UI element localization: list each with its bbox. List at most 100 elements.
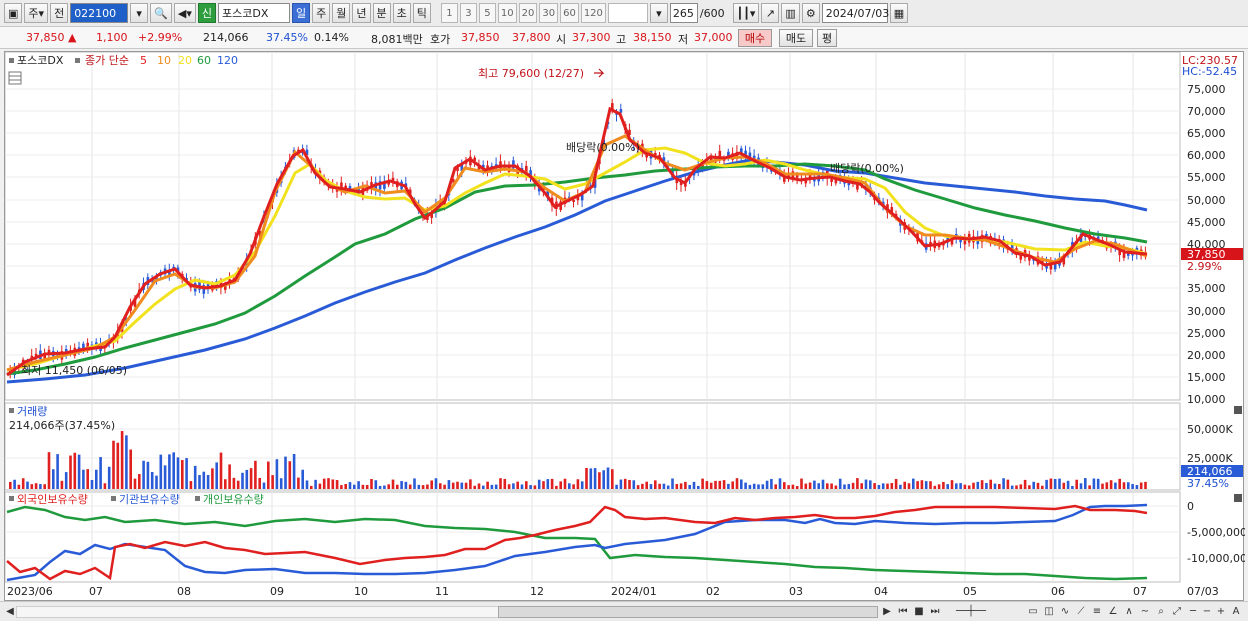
legend-ma10[interactable]: 10 bbox=[157, 54, 171, 67]
num-1[interactable]: 1 bbox=[440, 3, 458, 23]
volume-bar bbox=[993, 483, 997, 489]
calendar-icon[interactable]: ▦ bbox=[889, 3, 909, 23]
volume-bar bbox=[593, 468, 597, 489]
volume-bar bbox=[288, 461, 292, 489]
stock-code-input[interactable]: 022100 bbox=[70, 3, 129, 23]
num-20[interactable]: 20 bbox=[518, 3, 538, 23]
volume-bar bbox=[671, 478, 674, 489]
y-tick: 60,000 bbox=[1187, 149, 1226, 162]
stop-icon[interactable]: ■ bbox=[912, 605, 926, 619]
period-second[interactable]: 초 bbox=[392, 3, 411, 23]
expand-icon[interactable]: ⤢ bbox=[1170, 605, 1184, 619]
volume-bar bbox=[623, 478, 627, 489]
chart-canvas[interactable]: 최고 79,600 (12/27) 최저 11,450 (06/05) 배당락(… bbox=[4, 51, 1248, 602]
font-size-icon[interactable]: A bbox=[1229, 605, 1243, 619]
zoom-in-icon[interactable]: + bbox=[1214, 605, 1228, 619]
angle-icon[interactable]: ∠ bbox=[1106, 605, 1120, 619]
volume-bar bbox=[537, 479, 541, 489]
zoom-icon[interactable]: ⌕ bbox=[1154, 605, 1168, 619]
buy-button[interactable]: 매수 bbox=[738, 29, 772, 47]
num-5[interactable]: 5 bbox=[478, 3, 496, 23]
save-icon[interactable]: ▥ bbox=[781, 3, 800, 23]
volume-bar bbox=[869, 480, 872, 489]
legend-ma-title[interactable]: 종가 단순 bbox=[85, 54, 129, 67]
period-week[interactable]: 주 bbox=[312, 3, 331, 23]
split-icon[interactable]: ◫ bbox=[1042, 605, 1056, 619]
wave-icon[interactable]: ∼ bbox=[1138, 605, 1152, 619]
date-input[interactable]: 2024/07/03 bbox=[821, 3, 889, 23]
num-30[interactable]: 30 bbox=[539, 3, 559, 23]
data-table-icon[interactable] bbox=[8, 71, 22, 85]
period-year[interactable]: 년 bbox=[352, 3, 371, 23]
evaluate-button[interactable]: 평 bbox=[817, 29, 837, 47]
close-icon[interactable] bbox=[1234, 406, 1242, 414]
legend-institution-holdings[interactable]: 기관보유수량 bbox=[119, 493, 180, 506]
fib-icon[interactable]: ≡ bbox=[1090, 605, 1104, 619]
chart-layout-icon[interactable]: ▣ bbox=[4, 3, 23, 23]
pattern-icon[interactable]: ∧ bbox=[1122, 605, 1136, 619]
period-day[interactable]: 일 bbox=[292, 3, 311, 23]
volume-bar bbox=[206, 474, 210, 489]
stock-name-field[interactable]: 포스코DX bbox=[218, 3, 290, 23]
volume-bar bbox=[232, 477, 236, 489]
gear-icon[interactable]: ⚙ bbox=[801, 3, 820, 23]
close-icon[interactable] bbox=[1234, 494, 1242, 502]
candle-type-icon[interactable]: ┃┃▾ bbox=[732, 3, 760, 23]
prev-button[interactable]: 전 bbox=[50, 3, 69, 23]
num-60[interactable]: 60 bbox=[560, 3, 579, 23]
scroll-thumb[interactable] bbox=[498, 606, 878, 618]
volume-bar bbox=[1131, 484, 1134, 489]
period-tick[interactable]: 틱 bbox=[412, 3, 431, 23]
first-page-icon[interactable]: ⏮ bbox=[896, 605, 910, 619]
num-3[interactable]: 3 bbox=[459, 3, 477, 23]
legend-individual-holdings[interactable]: 개인보유수량 bbox=[203, 493, 264, 506]
legend-ma120[interactable]: 120 bbox=[217, 54, 238, 67]
volume-bar bbox=[1058, 478, 1061, 489]
volume-bar bbox=[890, 483, 894, 489]
volume-bar bbox=[787, 485, 790, 489]
search-icon[interactable]: 🔍 bbox=[150, 3, 172, 23]
fit-icon[interactable]: ─ bbox=[1186, 605, 1200, 619]
scroll-left-icon[interactable]: ◀ bbox=[3, 605, 17, 619]
last-page-icon[interactable]: ⏭ bbox=[928, 605, 942, 619]
speaker-icon[interactable]: ◀▾ bbox=[173, 3, 196, 23]
trend-icon[interactable]: ⟋ bbox=[1074, 605, 1088, 619]
custom-period-input[interactable] bbox=[607, 3, 648, 23]
legend-foreign-holdings[interactable]: 외국인보유수량 bbox=[17, 493, 88, 506]
y-tick: 20,000 bbox=[1187, 349, 1226, 362]
volume-bar bbox=[778, 478, 782, 489]
zoom-out-icon[interactable]: − bbox=[1200, 605, 1214, 619]
volume-value: 214,066 bbox=[203, 31, 249, 44]
custom-period-dropdown-icon[interactable]: ▾ bbox=[649, 3, 668, 23]
drawing-tool-icon[interactable]: ↗ bbox=[761, 3, 780, 23]
period-month[interactable]: 월 bbox=[332, 3, 351, 23]
zoom-slider[interactable]: ──┼── bbox=[948, 605, 994, 619]
period-minute[interactable]: 분 bbox=[372, 3, 391, 23]
volume-bar bbox=[142, 460, 145, 489]
volume-bar bbox=[542, 481, 545, 489]
chart-area[interactable]: 최고 79,600 (12/27) 최저 11,450 (06/05) 배당락(… bbox=[4, 51, 1248, 602]
volume-bar bbox=[1015, 485, 1018, 489]
period-unit-select[interactable]: 주 ▾ bbox=[24, 3, 49, 23]
turnover-rate: 0.14% bbox=[314, 31, 349, 44]
code-dropdown-icon[interactable]: ▾ bbox=[130, 3, 149, 23]
sell-button[interactable]: 매도 bbox=[779, 29, 813, 47]
volume-bar bbox=[34, 483, 38, 489]
legend-ma5[interactable]: 5 bbox=[140, 54, 147, 67]
num-10[interactable]: 10 bbox=[497, 3, 517, 23]
legend-ma60[interactable]: 60 bbox=[197, 54, 211, 67]
high-annotation: 최고 79,600 (12/27) bbox=[478, 67, 584, 80]
volume-bar bbox=[834, 485, 838, 489]
count-input[interactable]: 265 bbox=[669, 3, 698, 23]
line-icon[interactable]: ∿ bbox=[1058, 605, 1072, 619]
num-120[interactable]: 120 bbox=[580, 3, 606, 23]
volume-bar bbox=[275, 459, 279, 489]
volume-bar bbox=[1006, 479, 1010, 489]
volume-bar bbox=[490, 484, 494, 489]
scroll-right-icon[interactable]: ▶ bbox=[880, 605, 894, 619]
volume-title: 거래량 bbox=[17, 405, 47, 418]
legend-ma20[interactable]: 20 bbox=[178, 54, 192, 67]
panel-icon[interactable]: ▭ bbox=[1026, 605, 1040, 619]
volume-bar bbox=[1122, 482, 1126, 489]
legend-stock-name[interactable]: 포스코DX bbox=[17, 54, 64, 67]
